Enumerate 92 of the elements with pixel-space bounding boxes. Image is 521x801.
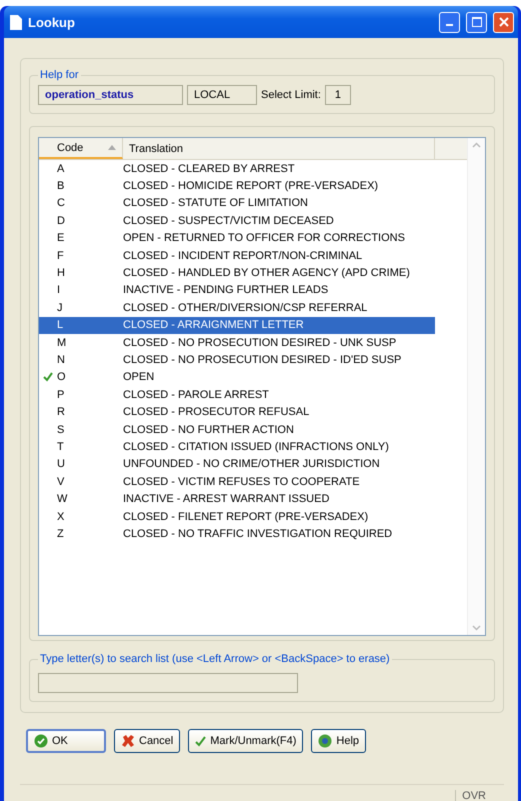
- code-cell-text: U: [56, 458, 66, 470]
- list-row[interactable]: L CLOSED - ARRAIGNMENT LETTER: [39, 316, 435, 334]
- translation-cell: INACTIVE - ARREST WARRANT ISSUED: [123, 493, 330, 506]
- code-cell-text: M: [56, 336, 68, 349]
- checkmark-icon: [195, 736, 206, 746]
- translation-cell: OPEN: [123, 371, 154, 384]
- list-row[interactable]: T CLOSED - CITATION ISSUED (INFRACTIONS ONLY): [39, 438, 467, 456]
- translation-cell: CLOSED - ARRAIGNMENT LETTER: [123, 319, 304, 332]
- code-cell-text: Z: [56, 528, 65, 540]
- translation-cell: CLOSED - HOMICIDE REPORT (PRE-VERSADEX): [123, 180, 378, 192]
- minimize-button[interactable]: [439, 12, 460, 32]
- scope-box: LOCAL: [187, 85, 257, 105]
- translation-cell: CLOSED - CLEARED BY ARREST: [123, 162, 295, 175]
- code-cell-text: D: [56, 214, 66, 227]
- group-label: Type letter(s) to search list (use <Left Arrow> or <BackSpace> to erase): [39, 653, 391, 665]
- search-field[interactable]: [38, 673, 298, 693]
- list-row[interactable]: C CLOSED - STATUTE OF LIMITATION: [39, 194, 467, 212]
- column-header[interactable]: Code: [39, 138, 123, 159]
- list-row[interactable]: D CLOSED - SUSPECT/VICTIM DECEASED: [39, 212, 467, 230]
- translation-cell: CLOSED - CITATION ISSUED (INFRACTIONS ONLY): [123, 440, 389, 453]
- translation-cell: OPEN - RETURNED TO OFFICER FOR CORRECTIONS: [123, 232, 405, 244]
- maximize-icon: [472, 17, 482, 27]
- list-row[interactable]: U UNFOUNDED - NO CRIME/OTHER JURISDICTION: [39, 456, 467, 474]
- help-button[interactable]: Help: [311, 729, 366, 753]
- translation-cell: UNFOUNDED - NO CRIME/OTHER JURISDICTION: [123, 458, 380, 470]
- group-label: Help for: [39, 69, 80, 81]
- translation-cell: CLOSED - FILENET REPORT (PRE-VERSADEX): [123, 510, 368, 522]
- translation-cell: CLOSED - VICTIM REFUSES TO COOPERATE: [123, 476, 360, 488]
- document-icon: [10, 14, 22, 30]
- close-icon: [498, 17, 508, 27]
- select-limit-box: 1: [324, 85, 351, 105]
- code-cell-text: A: [56, 162, 66, 175]
- ok-button[interactable]: OK: [26, 729, 106, 753]
- list-row[interactable]: X CLOSED - FILENET REPORT (PRE-VERSADEX): [39, 508, 467, 526]
- code-cell-text: X: [56, 510, 66, 522]
- code-cell-text: E: [56, 232, 66, 244]
- translation-cell: CLOSED - STATUTE OF LIMITATION: [123, 197, 308, 210]
- maximize-button[interactable]: [466, 12, 487, 32]
- x-icon: [121, 734, 135, 748]
- list-row[interactable]: B CLOSED - HOMICIDE REPORT (PRE-VERSADEX): [39, 177, 467, 195]
- translation-cell: CLOSED - NO PROSECUTION DESIRED - UNK SUSP: [123, 336, 396, 349]
- select-limit-label: Select Limit:: [261, 89, 321, 101]
- code-cell-text: T: [56, 440, 65, 453]
- code-cell-text: H: [56, 267, 66, 280]
- code-cell-text: R: [56, 406, 66, 418]
- code-cell-text: F: [56, 250, 65, 262]
- code-cell-text: V: [56, 476, 66, 488]
- close-button[interactable]: [493, 12, 514, 32]
- list-row[interactable]: W INACTIVE - ARREST WARRANT ISSUED: [39, 490, 467, 508]
- code-cell-text: L: [56, 319, 64, 332]
- list-row[interactable]: F CLOSED - INCIDENT REPORT/NON-CRIMINAL: [39, 246, 467, 264]
- translation-cell: CLOSED - PAROLE ARREST: [123, 388, 269, 401]
- cancel-button[interactable]: Cancel: [114, 729, 180, 753]
- list-row[interactable]: J CLOSED - OTHER/DIVERSION/CSP REFERRAL: [39, 299, 467, 317]
- translation-cell: CLOSED - NO PROSECUTION DESIRED - ID'ED SUSP: [123, 354, 402, 366]
- help-icon: [318, 734, 332, 748]
- code-cell-text: I: [56, 284, 62, 296]
- list-row[interactable]: M CLOSED - NO PROSECUTION DESIRED - UNK SUSP: [39, 334, 467, 352]
- code-cell-text: P: [56, 388, 66, 401]
- list-row[interactable]: I INACTIVE - PENDING FURTHER LEADS: [39, 282, 467, 300]
- list-row[interactable]: E OPEN - RETURNED TO OFFICER FOR CORRECTIONS: [39, 230, 467, 247]
- list-row[interactable]: R CLOSED - PROSECUTOR REFUSAL: [39, 403, 467, 421]
- list-row[interactable]: P CLOSED - PAROLE ARREST: [39, 386, 467, 404]
- translation-cell: CLOSED - HANDLED BY OTHER AGENCY (APD CRIME): [123, 267, 410, 280]
- translation-cell: CLOSED - OTHER/DIVERSION/CSP REFERRAL: [123, 302, 368, 314]
- code-cell-text: W: [56, 493, 68, 506]
- code-cell-text: B: [56, 180, 66, 192]
- sort-arrow-icon: [108, 145, 116, 150]
- code-cell-text: S: [56, 424, 66, 436]
- translation-cell: CLOSED - PROSECUTOR REFUSAL: [123, 406, 310, 418]
- code-cell-text: J: [56, 302, 64, 314]
- list-row[interactable]: V CLOSED - VICTIM REFUSES TO COOPERATE: [39, 473, 467, 490]
- column-header[interactable]: Translation: [123, 138, 435, 159]
- translation-cell: CLOSED - INCIDENT REPORT/NON-CRIMINAL: [123, 250, 362, 262]
- list-row[interactable]: S CLOSED - NO FURTHER ACTION: [39, 420, 467, 438]
- translation-cell: CLOSED - SUSPECT/VICTIM DECEASED: [123, 214, 334, 227]
- list-row[interactable]: O OPEN: [39, 368, 467, 386]
- mark-button[interactable]: Mark/Unmark(F4): [188, 729, 304, 753]
- list-row[interactable]: N CLOSED - NO PROSECUTION DESIRED - ID'ED SUSP: [39, 351, 467, 369]
- code-cell-text: O: [56, 371, 67, 384]
- field-name-box: operation_status: [38, 85, 183, 105]
- code-cell-text: C: [56, 197, 66, 210]
- status-mode: OVR: [455, 790, 504, 801]
- window-title: Lookup: [28, 14, 76, 30]
- translation-cell: CLOSED - NO FURTHER ACTION: [123, 424, 294, 436]
- translation-cell: CLOSED - NO TRAFFIC INVESTIGATION REQUIRED: [123, 528, 392, 540]
- list-row[interactable]: Z CLOSED - NO TRAFFIC INVESTIGATION REQUIRED: [39, 525, 467, 543]
- code-cell-text: N: [56, 354, 66, 366]
- check-circle-icon: [34, 734, 48, 748]
- list-row[interactable]: A CLOSED - CLEARED BY ARREST: [39, 160, 467, 178]
- list-row[interactable]: H CLOSED - HANDLED BY OTHER AGENCY (APD CRIME): [39, 264, 467, 282]
- translation-cell: INACTIVE - PENDING FURTHER LEADS: [123, 284, 328, 296]
